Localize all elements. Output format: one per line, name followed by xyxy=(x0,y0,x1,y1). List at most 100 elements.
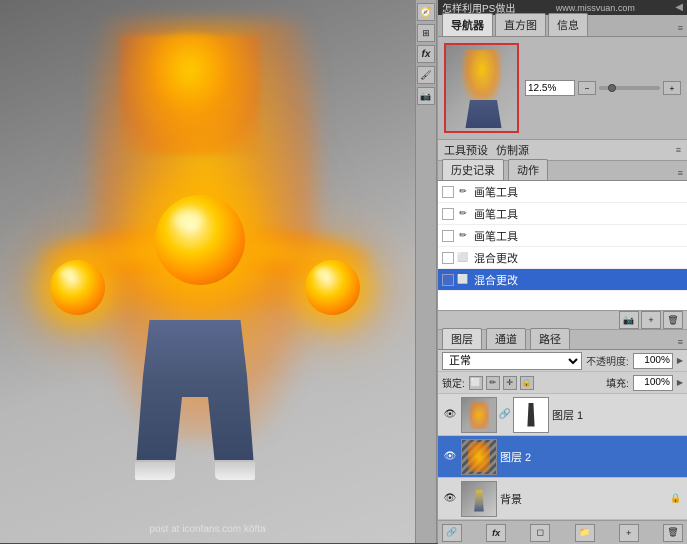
camera-icon[interactable]: 📷 xyxy=(417,87,435,105)
navigate-icon[interactable]: 🧭 xyxy=(417,3,435,21)
tab-history[interactable]: 历史记录 xyxy=(442,159,504,180)
lock-all-btn[interactable]: 🔒 xyxy=(520,376,534,390)
layers-tabs: 图层 通道 路径 ≡ xyxy=(438,330,687,350)
history-item-1[interactable]: ✏ 画笔工具 xyxy=(438,181,687,203)
history-label-5: 混合更改 xyxy=(474,272,518,288)
zoom-input[interactable]: 12.5% xyxy=(525,80,575,96)
layer-toolbar: 🔗 fx ◻ 📁 + 🗑 xyxy=(438,520,687,544)
tab-histogram[interactable]: 直方图 xyxy=(495,13,546,36)
hood-glow xyxy=(120,35,260,155)
history-item-5[interactable]: ⬜ 混合更改 xyxy=(438,269,687,291)
watermark: post at iconfans.com kōfta xyxy=(149,524,265,535)
panel-menu-icon[interactable]: ≡ xyxy=(678,23,683,36)
history-snapshot-btn[interactable]: 📷 xyxy=(619,311,639,329)
app-site: www.missvuan.com xyxy=(556,3,635,13)
layer-new-btn[interactable]: + xyxy=(619,524,639,542)
brush-icon[interactable]: 🖌 xyxy=(417,66,435,84)
layer-list: 👁 🔗 图层 1 👁 图层 2 xyxy=(438,394,687,520)
canvas-area: post at iconfans.com kōfta xyxy=(0,0,415,543)
tool-presets-label: 工具预设 xyxy=(444,142,488,158)
orb-right xyxy=(305,260,360,315)
layer-delete-btn[interactable]: 🗑 xyxy=(663,524,683,542)
thumb-figure-glow xyxy=(462,50,502,105)
layer-item-2[interactable]: 👁 图层 2 xyxy=(438,436,687,478)
navigator-tabs: 导航器 直方图 信息 ≡ xyxy=(438,15,687,37)
history-delete-btn[interactable]: 🗑 xyxy=(663,311,683,329)
layer-lock-bg: 🔒 xyxy=(669,492,683,506)
layer-name-1: 图层 1 xyxy=(552,407,683,423)
opacity-input[interactable]: 100% xyxy=(633,353,673,369)
tab-info[interactable]: 信息 xyxy=(548,13,588,36)
lock-paint-btn[interactable]: ✏ xyxy=(486,376,500,390)
preview-thumbnail-container xyxy=(444,43,519,133)
tab-paths[interactable]: 路径 xyxy=(530,328,570,349)
history-label-3: 画笔工具 xyxy=(474,228,518,244)
history-check-5 xyxy=(442,274,454,286)
opacity-label: 不透明度: xyxy=(586,353,629,368)
orb-center xyxy=(155,195,245,285)
layers-panel: 图层 通道 路径 ≡ 正常 不透明度: 100% ▶ 锁定: ⬜ ✏ xyxy=(438,330,687,544)
layer-item-bg[interactable]: 👁 背景 🔒 xyxy=(438,478,687,520)
tab-layers[interactable]: 图层 xyxy=(442,328,482,349)
layer-thumb-bg xyxy=(461,481,497,517)
history-new-btn[interactable]: + xyxy=(641,311,661,329)
fx-icon[interactable]: fx xyxy=(417,45,435,63)
history-icon-2: ✏ xyxy=(456,207,470,221)
preview-thumbnail xyxy=(444,43,519,133)
layer-thumb-1a xyxy=(461,397,497,433)
history-check-4 xyxy=(442,252,454,264)
layers-menu-icon[interactable]: ≡ xyxy=(678,337,687,349)
zoom-slider[interactable] xyxy=(599,86,660,90)
history-check-3 xyxy=(442,230,454,242)
history-check-2 xyxy=(442,208,454,220)
layer-fx-btn[interactable]: fx xyxy=(486,524,506,542)
lock-row: 锁定: ⬜ ✏ ✛ 🔒 填充: 100% ▶ xyxy=(438,372,687,394)
tool-presets-panel: 工具预设 仿制源 ≡ xyxy=(438,140,687,161)
lock-move-btn[interactable]: ✛ xyxy=(503,376,517,390)
zoom-in-btn[interactable]: + xyxy=(663,81,681,95)
tab-actions[interactable]: 动作 xyxy=(508,159,548,180)
zoom-out-btn[interactable]: − xyxy=(578,81,596,95)
tab-channels[interactable]: 通道 xyxy=(486,328,526,349)
lower-body xyxy=(110,320,280,480)
side-icon-strip: 🧭 ⊞ fx 🖌 📷 xyxy=(415,0,437,543)
grid-icon[interactable]: ⊞ xyxy=(417,24,435,42)
nav-zoom-row: 12.5% − + xyxy=(525,80,681,96)
layer-eye-bg[interactable]: 👁 xyxy=(442,491,458,507)
layer-item-1[interactable]: 👁 🔗 图层 1 xyxy=(438,394,687,436)
layer-eye-2[interactable]: 👁 xyxy=(442,449,458,465)
fill-input[interactable]: 100% xyxy=(633,375,673,391)
orb-left xyxy=(50,260,105,315)
nav-controls: 12.5% − + xyxy=(525,80,681,96)
left-shoe xyxy=(135,462,175,480)
nav-preview-area: 12.5% − + xyxy=(438,37,687,140)
lock-icons-group: ⬜ ✏ ✛ 🔒 xyxy=(469,376,602,390)
close-btn[interactable]: ◀ xyxy=(675,2,683,13)
layer-link-btn[interactable]: 🔗 xyxy=(442,524,462,542)
history-item-3[interactable]: ✏ 画笔工具 xyxy=(438,225,687,247)
zoom-slider-thumb[interactable] xyxy=(608,84,616,92)
layer-chain-1: 🔗 xyxy=(500,397,510,433)
layer-group-btn[interactable]: 📁 xyxy=(575,524,595,542)
layer-mask-btn[interactable]: ◻ xyxy=(530,524,550,542)
layer-name-2: 图层 2 xyxy=(500,449,683,465)
history-icon-4: ⬜ xyxy=(456,251,470,265)
history-label-1: 画笔工具 xyxy=(474,184,518,200)
lock-transparent-btn[interactable]: ⬜ xyxy=(469,376,483,390)
history-item-4[interactable]: ⬜ 混合更改 xyxy=(438,247,687,269)
opacity-arrow-icon[interactable]: ▶ xyxy=(677,356,683,365)
history-item-2[interactable]: ✏ 画笔工具 xyxy=(438,203,687,225)
fill-arrow-icon[interactable]: ▶ xyxy=(677,378,683,387)
blend-mode-row: 正常 不透明度: 100% ▶ xyxy=(438,350,687,372)
layer-eye-1[interactable]: 👁 xyxy=(442,407,458,423)
right-panel: 怎样利用PS做出 www.missvuan.com ◀ 导航器 直方图 信息 ≡ xyxy=(437,0,687,543)
history-tabs: 历史记录 动作 ≡ xyxy=(438,161,687,181)
history-icon-5: ⬜ xyxy=(456,273,470,287)
history-menu-icon[interactable]: ≡ xyxy=(678,168,687,180)
figure xyxy=(40,20,370,510)
blend-mode-select[interactable]: 正常 xyxy=(442,352,582,370)
presets-menu-icon[interactable]: ≡ xyxy=(676,145,681,155)
right-shoe xyxy=(215,462,255,480)
tab-navigator[interactable]: 导航器 xyxy=(442,13,493,36)
layer-thumb-2 xyxy=(461,439,497,475)
